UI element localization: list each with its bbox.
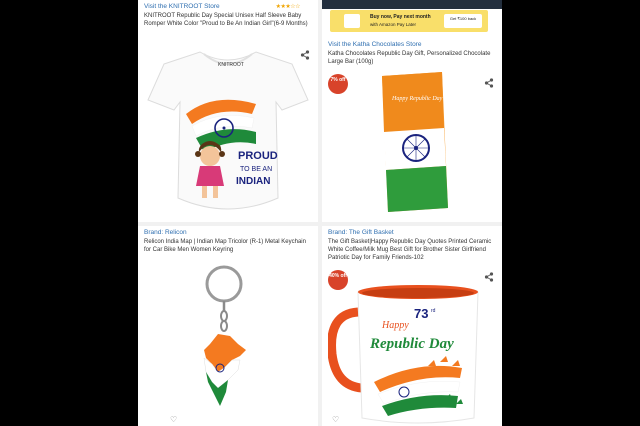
top-strip [322, 0, 502, 9]
mug-happy-text: Happy [381, 320, 409, 331]
amazon-pay-logo [344, 14, 360, 28]
store-link[interactable]: Visit the Katha Chocolates Store [322, 38, 502, 49]
product-card-mug[interactable]: Brand: The Gift Basket The Gift Basket|H… [322, 226, 502, 426]
banner-offer-pill[interactable]: Get ₹100 back [444, 14, 482, 28]
star-rating[interactable]: ★★★☆☆ [276, 3, 301, 10]
product-image-chocolate[interactable]: Happy Republic Day [362, 70, 462, 216]
product-image-mug[interactable]: Happy 73 rd Republic Day [328, 282, 496, 426]
banner-line-2: with Amazon Pay Later [370, 22, 417, 27]
share-icon[interactable] [484, 272, 494, 282]
heart-icon[interactable]: ♡ [170, 415, 177, 424]
product-image-keychain[interactable] [188, 264, 278, 424]
romper-slogan-2: TO BE AN [240, 166, 272, 173]
romper-slogan-3: INDIAN [236, 176, 270, 187]
mug-main-text: Republic Day [369, 336, 454, 352]
heart-icon[interactable]: ♡ [332, 415, 339, 424]
share-icon[interactable] [484, 78, 494, 88]
product-title[interactable]: The Gift Basket|Happy Republic Day Quote… [322, 237, 502, 263]
romper-brand-print: KNITROOT [218, 62, 244, 68]
product-grid: Visit the KNITROOT Store ★★★☆☆ KNITROOT … [138, 0, 502, 426]
store-link[interactable]: Brand: The Gift Basket [322, 226, 502, 237]
product-title[interactable]: Katha Chocolates Republic Day Gift, Pers… [322, 49, 502, 67]
product-card-keychain[interactable]: Brand: Relicon Relicon India Map | India… [138, 226, 318, 426]
mug-number-sup: rd [431, 308, 436, 314]
wrapper-text: Happy Republic Day [391, 96, 443, 102]
product-card-romper[interactable]: Visit the KNITROOT Store ★★★☆☆ KNITROOT … [138, 0, 318, 222]
product-card-chocolate[interactable]: Buy now, Pay next month with Amazon Pay … [322, 0, 502, 222]
romper-slogan-1: PROUD [238, 150, 278, 162]
product-title[interactable]: KNITROOT Republic Day Special Unisex Hal… [138, 11, 318, 29]
pay-later-banner[interactable]: Buy now, Pay next month with Amazon Pay … [330, 10, 488, 32]
ashoka-chakra-icon [402, 134, 430, 162]
banner-line-1: Buy now, Pay next month [370, 14, 431, 20]
discount-badge: 7% off [328, 74, 348, 94]
product-title[interactable]: Relicon India Map | Indian Map Tricolor … [138, 237, 318, 255]
product-image-romper[interactable]: KNITROOT PROUD TO BE AN INDIAN [144, 48, 312, 220]
mug-number: 73 [414, 306, 428, 321]
store-link[interactable]: Brand: Relicon [138, 226, 318, 237]
